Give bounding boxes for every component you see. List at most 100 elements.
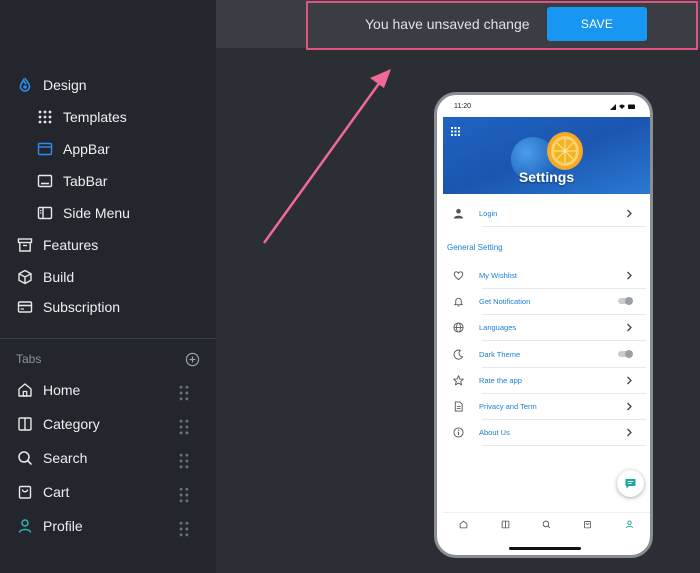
tab-item-home[interactable]: Home	[16, 377, 196, 403]
drag-handle-icon[interactable]	[176, 385, 192, 401]
tab-item-label: Home	[43, 382, 81, 398]
sidebar-item-side-menu[interactable]: Side Menu	[0, 199, 130, 227]
status-bar: 11:20	[437, 95, 650, 117]
sidebar-item-label: Build	[43, 269, 75, 285]
category-icon[interactable]	[501, 520, 510, 529]
tab-item-label: Cart	[43, 484, 70, 500]
settings-row-label: Rate the app	[479, 375, 522, 385]
sidebar-item-subscription[interactable]: Subscription	[0, 293, 120, 321]
tabs-label: Tabs	[16, 352, 42, 366]
settings-row-about[interactable]: About Us	[452, 419, 636, 445]
phone-bottom-tab-bar	[443, 512, 650, 536]
tab-item-label: Category	[43, 416, 100, 432]
side-menu-icon	[36, 204, 54, 222]
dark-theme-toggle[interactable]	[618, 349, 633, 358]
document-icon	[452, 400, 464, 412]
features-icon	[16, 236, 34, 254]
templates-icon	[36, 108, 54, 126]
profile-icon	[16, 517, 34, 535]
person-icon	[452, 207, 464, 219]
row-divider	[482, 445, 646, 446]
settings-row-label: Dark Theme	[479, 349, 521, 359]
tabbar-icon	[36, 172, 54, 190]
sidebar-item-appbar[interactable]: AppBar	[0, 135, 110, 163]
moon-icon	[452, 348, 464, 360]
settings-row-wishlist[interactable]: My Wishlist	[452, 262, 636, 288]
drag-handle-icon[interactable]	[176, 487, 192, 503]
sidebar-item-label: Subscription	[43, 299, 121, 315]
sidebar-item-label: TabBar	[63, 173, 108, 189]
sidebar-item-features[interactable]: Features	[0, 231, 98, 259]
chevron-right-icon	[627, 402, 632, 411]
appbar-icon	[36, 140, 54, 158]
cart-icon	[16, 483, 34, 501]
design-icon	[16, 76, 34, 94]
settings-row-label: Privacy and Term	[479, 401, 537, 411]
heart-icon	[452, 269, 464, 281]
settings-row-label: Languages	[479, 322, 517, 332]
globe-icon	[452, 321, 464, 333]
drag-handle-icon[interactable]	[176, 521, 192, 537]
chevron-right-icon	[627, 376, 632, 385]
sidebar-item-label: Templates	[63, 109, 127, 125]
login-label: Login	[479, 208, 498, 218]
add-tab-icon[interactable]	[185, 352, 200, 367]
login-row[interactable]: Login	[452, 200, 636, 226]
chevron-right-icon	[627, 209, 632, 218]
build-icon	[16, 268, 34, 286]
sidebar-item-label: Side Menu	[63, 205, 130, 221]
status-time: 11:20	[454, 103, 471, 110]
sidebar-divider	[0, 338, 216, 339]
chat-icon	[625, 479, 636, 489]
chevron-right-icon	[627, 428, 632, 437]
section-title: General Setting	[447, 243, 503, 252]
cart-icon[interactable]	[583, 520, 592, 529]
sidebar-item-label: AppBar	[63, 141, 110, 157]
sidebar-item-label: Features	[43, 237, 99, 253]
settings-row-label: Get Notification	[479, 296, 531, 306]
tabs-header: Tabs	[16, 350, 200, 368]
drag-handle-icon[interactable]	[176, 453, 192, 469]
tab-item-category[interactable]: Category	[16, 411, 196, 437]
tab-item-profile[interactable]: Profile	[16, 513, 196, 539]
settings-banner: Settings	[443, 117, 650, 194]
home-icon[interactable]	[459, 520, 468, 529]
tab-item-search[interactable]: Search	[16, 445, 196, 471]
subscription-icon	[16, 298, 34, 316]
tab-item-label: Search	[43, 450, 88, 466]
notification-toggle[interactable]	[618, 296, 633, 305]
chevron-right-icon	[627, 323, 632, 332]
chat-fab[interactable]	[617, 470, 644, 497]
settings-row-languages[interactable]: Languages	[452, 314, 636, 340]
home-indicator	[509, 547, 581, 550]
unsaved-message: You have unsaved change	[365, 16, 530, 32]
star-icon	[452, 374, 464, 386]
sidebar-item-templates[interactable]: Templates	[0, 103, 127, 131]
search-icon	[16, 449, 34, 467]
category-icon	[16, 415, 34, 433]
row-divider	[482, 226, 646, 227]
drag-handle-icon[interactable]	[176, 419, 192, 435]
signal-icons	[610, 104, 635, 110]
tab-item-label: Profile	[43, 518, 83, 534]
settings-row-privacy[interactable]: Privacy and Term	[452, 393, 636, 419]
sidebar-item-build[interactable]: Build	[0, 263, 74, 291]
menu-grid-icon[interactable]	[451, 127, 460, 136]
search-icon[interactable]	[542, 520, 551, 529]
sidebar-item-tabbar[interactable]: TabBar	[0, 167, 107, 195]
info-icon	[452, 426, 464, 438]
settings-row-notification[interactable]: Get Notification	[452, 288, 636, 314]
settings-row-rate[interactable]: Rate the app	[452, 367, 636, 393]
settings-row-label: My Wishlist	[479, 270, 517, 280]
banner-title: Settings	[518, 169, 575, 185]
profile-icon[interactable]	[625, 520, 634, 529]
settings-row-label: About Us	[479, 427, 510, 437]
save-button[interactable]: SAVE	[547, 7, 647, 41]
home-icon	[16, 381, 34, 399]
chevron-right-icon	[627, 271, 632, 280]
sidebar-item-design[interactable]: Design	[0, 71, 87, 99]
phone-preview: 11:20 Settings Login General Setting My …	[434, 92, 653, 558]
tab-item-cart[interactable]: Cart	[16, 479, 196, 505]
sidebar-item-label: Design	[43, 77, 87, 93]
settings-row-dark-theme[interactable]: Dark Theme	[452, 341, 636, 367]
